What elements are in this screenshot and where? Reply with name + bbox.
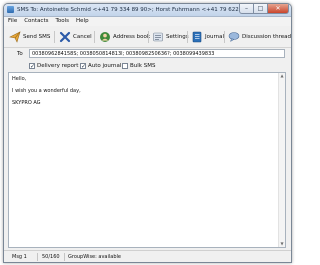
bulk-sms-label: Bulk SMS — [130, 63, 156, 69]
discussion-thread-icon — [228, 32, 240, 43]
delivery-report-checkbox[interactable]: ✓ — [29, 63, 35, 70]
recipients-row: To 0038096284158S; 0038050814813l; 00380… — [4, 48, 291, 60]
scroll-down-icon[interactable]: ▼ — [279, 241, 285, 247]
window-title: SMS To: Antoinette Schmid <+41 79 334 89… — [17, 7, 242, 13]
cancel-button[interactable]: Cancel — [59, 30, 92, 44]
cancel-icon — [59, 31, 71, 43]
groupwise-status: GroupWise: available — [68, 254, 121, 260]
recipients-field[interactable]: 0038096284158S; 0038050814813l; 00380982… — [29, 49, 285, 58]
message-line: I wish you a wonderful day, — [12, 88, 81, 94]
menu-bar: File Contacts Tools Help — [4, 17, 291, 26]
menu-tools[interactable]: Tools — [51, 17, 72, 26]
menu-help[interactable]: Help — [72, 17, 92, 26]
scroll-up-icon[interactable]: ▲ — [279, 73, 285, 79]
delivery-report-label: Delivery report — [37, 63, 79, 69]
status-divider — [37, 253, 38, 261]
auto-journal-option[interactable]: ✓ Auto journal — [80, 62, 121, 70]
message-editor[interactable]: Hello, I wish you a wonderful day, SKYPR… — [8, 72, 286, 248]
bulk-sms-option[interactable]: Bulk SMS — [122, 62, 155, 70]
bulk-sms-checkbox[interactable] — [122, 63, 128, 69]
sms-window: SMS To: Antoinette Schmid <+41 79 334 89… — [3, 3, 292, 263]
toolbar-separator — [94, 31, 95, 43]
journal-label: Journal — [205, 34, 225, 40]
to-label: To — [17, 51, 23, 57]
journal-icon — [192, 31, 202, 43]
options-row: ✓ Delivery report ✓ Auto journal Bulk SM… — [4, 61, 291, 71]
discussion-thread-label: Discussion thread — [242, 34, 292, 40]
character-count: 50/160 — [42, 254, 60, 260]
title-bar[interactable]: SMS To: Antoinette Schmid <+41 79 334 89… — [4, 4, 291, 17]
minimize-button[interactable]: – — [239, 4, 254, 14]
settings-button[interactable]: Settings — [152, 30, 189, 44]
toolbar-separator — [54, 31, 55, 43]
address-book-button[interactable]: Address book — [99, 30, 150, 44]
address-book-label: Address book — [113, 34, 151, 40]
send-sms-button[interactable]: Send SMS — [9, 30, 50, 44]
message-line: SKYPRO AG — [12, 100, 41, 106]
discussion-thread-button[interactable]: Discussion thread — [228, 30, 291, 44]
app-icon — [7, 6, 14, 13]
toolbar-separator — [148, 31, 149, 43]
menu-contacts[interactable]: Contacts — [20, 17, 51, 26]
cancel-label: Cancel — [73, 34, 92, 40]
message-number: Msg 1 — [12, 254, 27, 260]
status-bar: Msg 1 50/160 GroupWise: available — [4, 250, 291, 262]
send-sms-label: Send SMS — [23, 34, 51, 40]
maximize-button[interactable]: □ — [253, 4, 268, 14]
vertical-scrollbar[interactable]: ▲ ▼ — [278, 73, 285, 247]
send-sms-icon — [9, 31, 21, 43]
menu-file[interactable]: File — [4, 17, 20, 26]
settings-label: Settings — [166, 34, 189, 40]
auto-journal-label: Auto journal — [88, 63, 122, 69]
close-button[interactable]: ✕ — [267, 4, 289, 14]
toolbar-separator — [187, 31, 188, 43]
settings-icon — [153, 32, 163, 42]
message-line: Hello, — [12, 76, 27, 82]
auto-journal-checkbox[interactable]: ✓ — [80, 63, 86, 70]
journal-button[interactable]: Journal — [191, 30, 224, 44]
status-divider — [64, 253, 65, 261]
toolbar-separator — [224, 31, 225, 43]
address-book-icon — [100, 32, 110, 42]
toolbar: Send SMS Cancel Address book Settings Jo… — [4, 27, 291, 48]
delivery-report-option[interactable]: ✓ Delivery report — [29, 62, 78, 70]
caption-buttons: – □ ✕ — [239, 4, 289, 14]
